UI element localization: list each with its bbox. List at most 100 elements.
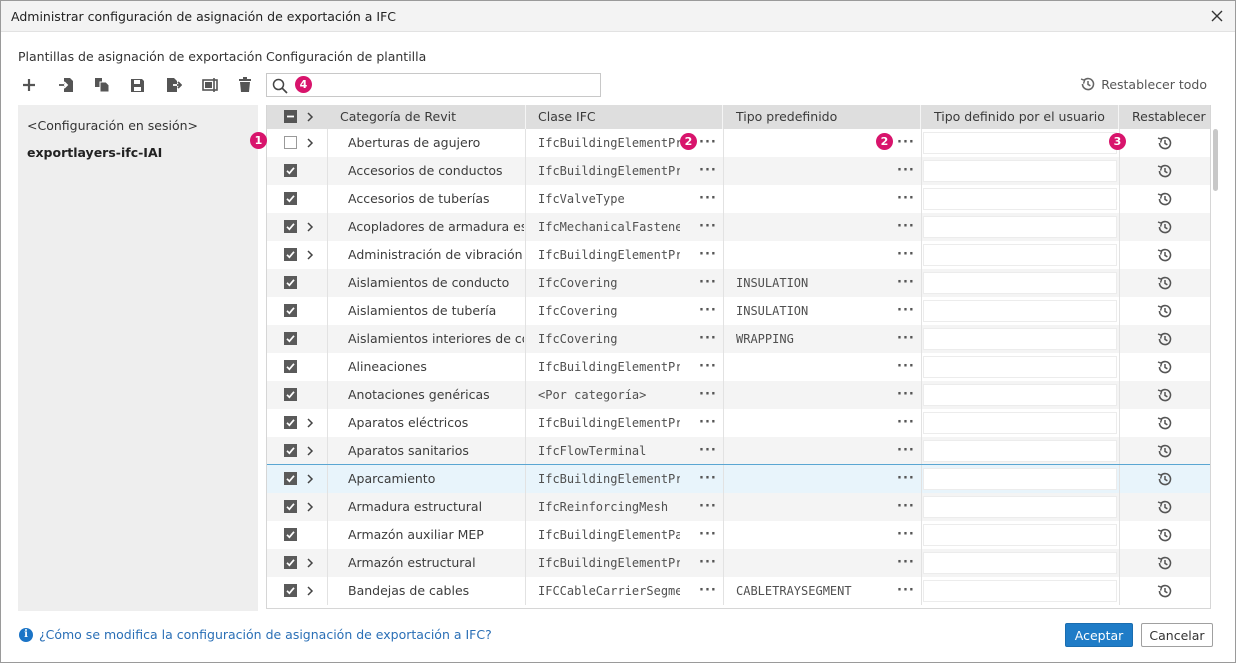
help-link[interactable]: i ¿Cómo se modifica la configuración de … <box>19 627 492 642</box>
row-checkbox[interactable] <box>284 360 297 373</box>
reset-row-history-icon[interactable] <box>1157 191 1173 207</box>
ifc-class-more-button[interactable]: ··· <box>699 493 717 521</box>
ifc-class-more-button[interactable]: ··· <box>699 465 717 493</box>
reset-row-history-icon[interactable] <box>1157 583 1173 599</box>
table-row[interactable]: Aparcamiento IfcBuildingElementProxy ··· ··… <box>267 464 1210 494</box>
ifc-class-cell[interactable]: IfcReinforcingMesh <box>538 493 680 521</box>
user-defined-type-input[interactable] <box>923 468 1117 490</box>
ifc-class-more-button[interactable]: ··· <box>699 409 717 437</box>
ifc-class-cell[interactable]: IfcCovering <box>538 269 680 297</box>
row-checkbox[interactable] <box>284 584 297 597</box>
row-checkbox[interactable] <box>284 556 297 569</box>
expand-chevron-icon[interactable] <box>305 473 315 485</box>
predefined-type-cell[interactable] <box>736 353 896 381</box>
ifc-class-more-button[interactable]: ··· <box>699 577 717 605</box>
vertical-scrollbar[interactable] <box>1212 129 1219 609</box>
user-defined-type-input[interactable] <box>923 384 1117 406</box>
scrollbar-thumb[interactable] <box>1213 129 1218 191</box>
user-defined-type-input[interactable] <box>923 580 1117 602</box>
predefined-type-cell[interactable] <box>736 157 896 185</box>
row-checkbox[interactable] <box>284 304 297 317</box>
table-row[interactable]: Armazón auxiliar MEP IfcBuildingElementPa… <box>267 521 1210 549</box>
predefined-type-more-button[interactable]: ··· <box>897 269 915 297</box>
reset-row-history-icon[interactable] <box>1157 135 1173 151</box>
predefined-type-cell[interactable] <box>736 381 896 409</box>
search-field[interactable] <box>266 73 601 97</box>
row-checkbox[interactable] <box>284 444 297 457</box>
row-checkbox[interactable] <box>284 220 297 233</box>
predefined-type-cell[interactable]: INSULATION <box>736 297 896 325</box>
predefined-type-more-button[interactable]: ··· <box>897 241 915 269</box>
table-row[interactable]: Armadura estructural IfcReinforcingMesh ··… <box>267 493 1210 521</box>
reset-all-button[interactable]: Restablecer todo <box>1080 76 1207 92</box>
row-checkbox[interactable] <box>284 472 297 485</box>
ifc-class-more-button[interactable]: ··· <box>699 213 717 241</box>
expand-chevron-icon[interactable] <box>305 249 315 261</box>
template-item-session[interactable]: <Configuración en sesión> <box>27 118 198 133</box>
col-header-category[interactable]: Categoría de Revit <box>327 105 526 129</box>
user-defined-type-input[interactable] <box>923 412 1117 434</box>
user-defined-type-input[interactable] <box>923 440 1117 462</box>
row-checkbox[interactable] <box>284 416 297 429</box>
table-row[interactable]: Bandejas de cables IFCCableCarrierSegment… <box>267 577 1210 605</box>
row-checkbox[interactable] <box>284 332 297 345</box>
ifc-class-cell[interactable]: IFCCableCarrierSegment <box>538 577 680 605</box>
predefined-type-cell[interactable]: INSULATION <box>736 269 896 297</box>
expand-chevron-icon[interactable] <box>305 501 315 513</box>
row-checkbox[interactable] <box>284 276 297 289</box>
ifc-class-cell[interactable]: IfcFlowTerminal <box>538 437 680 465</box>
duplicate-button[interactable] <box>90 73 126 97</box>
predefined-type-cell[interactable] <box>736 493 896 521</box>
ifc-class-cell[interactable]: IfcMechanicalFastener <box>538 213 680 241</box>
user-defined-type-input[interactable] <box>923 216 1117 238</box>
predefined-type-more-button[interactable]: ··· <box>897 465 915 493</box>
ifc-class-more-button[interactable]: ··· <box>699 241 717 269</box>
row-checkbox[interactable] <box>284 500 297 513</box>
predefined-type-more-button[interactable]: ··· <box>897 437 915 465</box>
expand-all-chevron-icon[interactable] <box>305 111 315 123</box>
user-defined-type-input[interactable] <box>923 160 1117 182</box>
ifc-class-cell[interactable]: IfcBuildingElementProxy <box>538 129 680 157</box>
ifc-class-more-button[interactable]: ··· <box>699 297 717 325</box>
table-row[interactable]: Aislamientos de conducto IfcCovering ··· IN… <box>267 269 1210 297</box>
close-icon[interactable] <box>1209 8 1225 24</box>
ifc-class-cell[interactable]: IfcCovering <box>538 325 680 353</box>
table-row[interactable]: Aparatos sanitarios IfcFlowTerminal ··· ··· <box>267 437 1210 465</box>
ifc-class-cell[interactable]: IfcBuildingElementProxy <box>538 409 680 437</box>
predefined-type-more-button[interactable]: ··· <box>897 577 915 605</box>
reset-row-history-icon[interactable] <box>1157 247 1173 263</box>
predefined-type-cell[interactable] <box>736 465 896 493</box>
predefined-type-more-button[interactable]: ··· <box>897 409 915 437</box>
reset-row-history-icon[interactable] <box>1157 387 1173 403</box>
ifc-class-more-button[interactable]: ··· <box>699 129 717 157</box>
expand-chevron-icon[interactable] <box>305 557 315 569</box>
table-row[interactable]: Anotaciones genéricas <Por categoría> ··· ·… <box>267 381 1210 409</box>
ifc-class-more-button[interactable]: ··· <box>699 437 717 465</box>
ifc-class-cell[interactable]: IfcValveType <box>538 185 680 213</box>
predefined-type-cell[interactable] <box>736 437 896 465</box>
ifc-class-cell[interactable]: IfcBuildingElementProxy <box>538 353 680 381</box>
reset-row-history-icon[interactable] <box>1157 527 1173 543</box>
user-defined-type-input[interactable] <box>923 244 1117 266</box>
predefined-type-more-button[interactable]: ··· <box>897 549 915 577</box>
expand-chevron-icon[interactable] <box>305 445 315 457</box>
table-row[interactable]: Acopladores de armadura estructural IfcMe… <box>267 213 1210 241</box>
ifc-class-cell[interactable]: IfcBuildingElementPart <box>538 521 680 549</box>
rename-button[interactable] <box>198 73 234 97</box>
expand-chevron-icon[interactable] <box>305 221 315 233</box>
template-item-exportlayers[interactable]: exportlayers-ifc-IAI <box>27 145 162 160</box>
predefined-type-more-button[interactable]: ··· <box>897 493 915 521</box>
predefined-type-cell[interactable] <box>736 129 896 157</box>
user-defined-type-input[interactable] <box>923 524 1117 546</box>
ifc-class-cell[interactable]: <Por categoría> <box>538 381 680 409</box>
ifc-class-more-button[interactable]: ··· <box>699 185 717 213</box>
add-template-button[interactable] <box>18 73 54 97</box>
predefined-type-more-button[interactable]: ··· <box>897 521 915 549</box>
reset-row-history-icon[interactable] <box>1157 555 1173 571</box>
predefined-type-more-button[interactable]: ··· <box>897 129 915 157</box>
ifc-class-cell[interactable]: IfcBuildingElementProxy <box>538 465 680 493</box>
table-row[interactable]: Accesorios de conductos IfcBuildingElemen… <box>267 157 1210 185</box>
user-defined-type-input[interactable] <box>923 356 1117 378</box>
predefined-type-more-button[interactable]: ··· <box>897 381 915 409</box>
reset-row-history-icon[interactable] <box>1157 219 1173 235</box>
